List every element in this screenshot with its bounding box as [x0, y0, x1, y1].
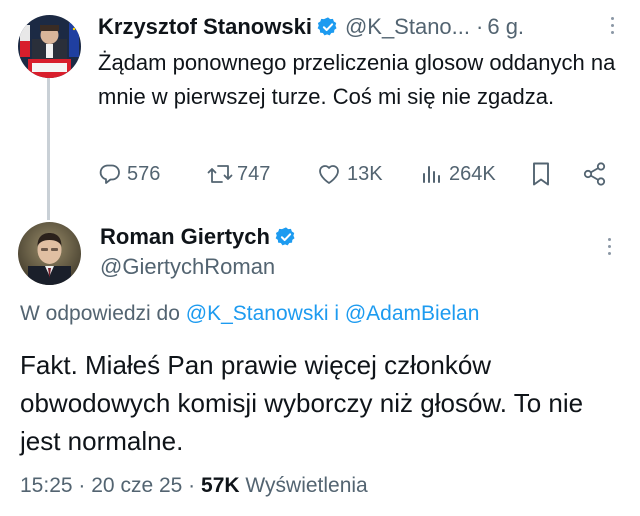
bookmark-button[interactable] [530, 158, 552, 190]
mention-conjunction: i [334, 302, 339, 325]
parent-more-options-icon[interactable] [609, 17, 615, 34]
reply-tweet-header: Roman Giertych @GiertychRoman [100, 222, 297, 280]
analytics-bars-icon [420, 162, 444, 186]
parent-tweet-time[interactable]: 6 g. [487, 14, 524, 40]
views-count: 264K [449, 162, 496, 185]
reply-tweet-text: Fakt. Miałeś Pan prawie więcej członków … [20, 350, 584, 456]
reply-button[interactable]: 576 [98, 158, 160, 190]
thread-connector-line [47, 78, 50, 220]
parent-tweet-header: Krzysztof Stanowski @K_Stano... · 6 g. [98, 12, 524, 42]
parent-author-handle[interactable]: @K_Stano... [345, 14, 470, 40]
reply-author-name[interactable]: Roman Giertych [100, 224, 270, 250]
reply-views-count: 57K [201, 474, 240, 497]
verified-badge-icon [317, 16, 339, 38]
reply-tweet-date[interactable]: 20 cze 25 [91, 474, 182, 497]
meta-separator: · [188, 474, 196, 497]
in-reply-to-prefix: W odpowiedzi do [20, 302, 180, 325]
meta-separator: · [78, 474, 86, 497]
mention-link-bielan[interactable]: @AdamBielan [345, 302, 480, 325]
verified-badge-icon [275, 226, 297, 248]
in-reply-to-line: W odpowiedzi do @K_Stanowski i @AdamBiel… [20, 302, 479, 326]
reply-tweet-time[interactable]: 15:25 [20, 474, 73, 497]
reply-author-handle[interactable]: @GiertychRoman [100, 254, 297, 280]
reply-tweet-meta: 15:25 · 20 cze 25 · 57K Wyświetlenia [20, 474, 368, 498]
time-separator: · [476, 14, 484, 39]
repost-button[interactable]: 747 [206, 158, 270, 190]
parent-action-bar: 576 747 13K 264K [98, 158, 618, 190]
reply-icon [98, 162, 122, 186]
bookmark-icon [530, 161, 552, 187]
share-button[interactable] [582, 158, 608, 190]
reply-count: 576 [127, 162, 161, 185]
share-icon [582, 161, 608, 187]
like-button[interactable]: 13K [316, 158, 383, 190]
repost-count: 747 [237, 162, 271, 185]
parent-author-avatar[interactable] [18, 15, 81, 78]
parent-tweet-text: Żądam ponownego przeliczenia glosow odda… [98, 50, 616, 109]
repost-icon [206, 162, 234, 186]
reply-views-label: Wyświetlenia [245, 474, 368, 497]
like-count: 13K [347, 162, 383, 185]
reply-author-avatar[interactable] [18, 222, 81, 285]
heart-icon [316, 162, 342, 186]
views-button[interactable]: 264K [420, 158, 496, 190]
reply-more-options-icon[interactable] [606, 238, 612, 255]
parent-author-name[interactable]: Krzysztof Stanowski [98, 14, 312, 40]
mention-link-stanowski[interactable]: @K_Stanowski [186, 302, 329, 325]
